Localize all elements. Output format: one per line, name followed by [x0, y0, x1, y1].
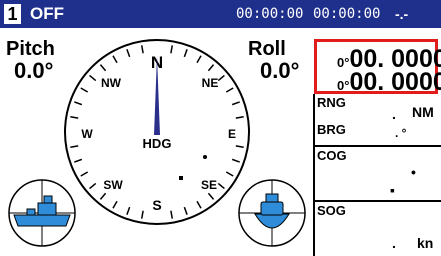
status-bar: 1 OFF 00:00:00 00:00:00 -.- — [0, 0, 441, 28]
compass-area: N NE E SE S SW W NW HDG — [8, 39, 306, 247]
lon-minutes: 00. 0000 — [349, 68, 441, 96]
mode-status: OFF — [30, 4, 64, 23]
ship-front-icon — [238, 179, 306, 247]
sog-label: SOG — [317, 203, 346, 218]
compass-dial: N NE E SE S SW W NW HDG — [64, 39, 250, 225]
marker-square — [179, 176, 183, 180]
compass-sw: SW — [103, 178, 123, 192]
cog-label: COG — [317, 148, 347, 163]
rng-value: . — [392, 106, 396, 122]
panel-divider — [313, 94, 315, 256]
compass-ne: NE — [202, 76, 219, 90]
position-box[interactable]: 0°00. 0000N 0°00. 0000E — [314, 39, 441, 97]
compass-nw: NW — [101, 76, 122, 90]
compass-se: SE — [201, 178, 217, 192]
status-value: -.- — [395, 6, 409, 22]
page-number[interactable]: 1 — [4, 4, 21, 24]
compass-w: W — [81, 127, 93, 141]
brg-value: . ° — [395, 126, 407, 140]
sog-value: . — [392, 235, 396, 251]
marker-dot — [203, 155, 207, 159]
ship-side-icon — [8, 179, 76, 247]
compass-e: E — [228, 127, 236, 141]
compass-s: S — [152, 197, 161, 213]
sog-unit: kn — [417, 235, 434, 251]
divider-cog — [313, 145, 441, 147]
longitude: 0°00. 0000E — [337, 68, 441, 97]
cog-value: • — [411, 164, 416, 180]
lon-degrees: 0° — [337, 78, 350, 93]
time-1: 00:00:00 — [236, 6, 304, 22]
rng-label: RNG — [317, 95, 346, 110]
divider-sog — [313, 200, 441, 202]
rng-unit: NM — [412, 104, 434, 120]
brg-label: BRG — [317, 122, 346, 137]
cog-marker: ▪ — [390, 182, 395, 198]
time-2: 00:00:00 — [313, 6, 381, 22]
compass-center-label: HDG — [143, 136, 172, 151]
